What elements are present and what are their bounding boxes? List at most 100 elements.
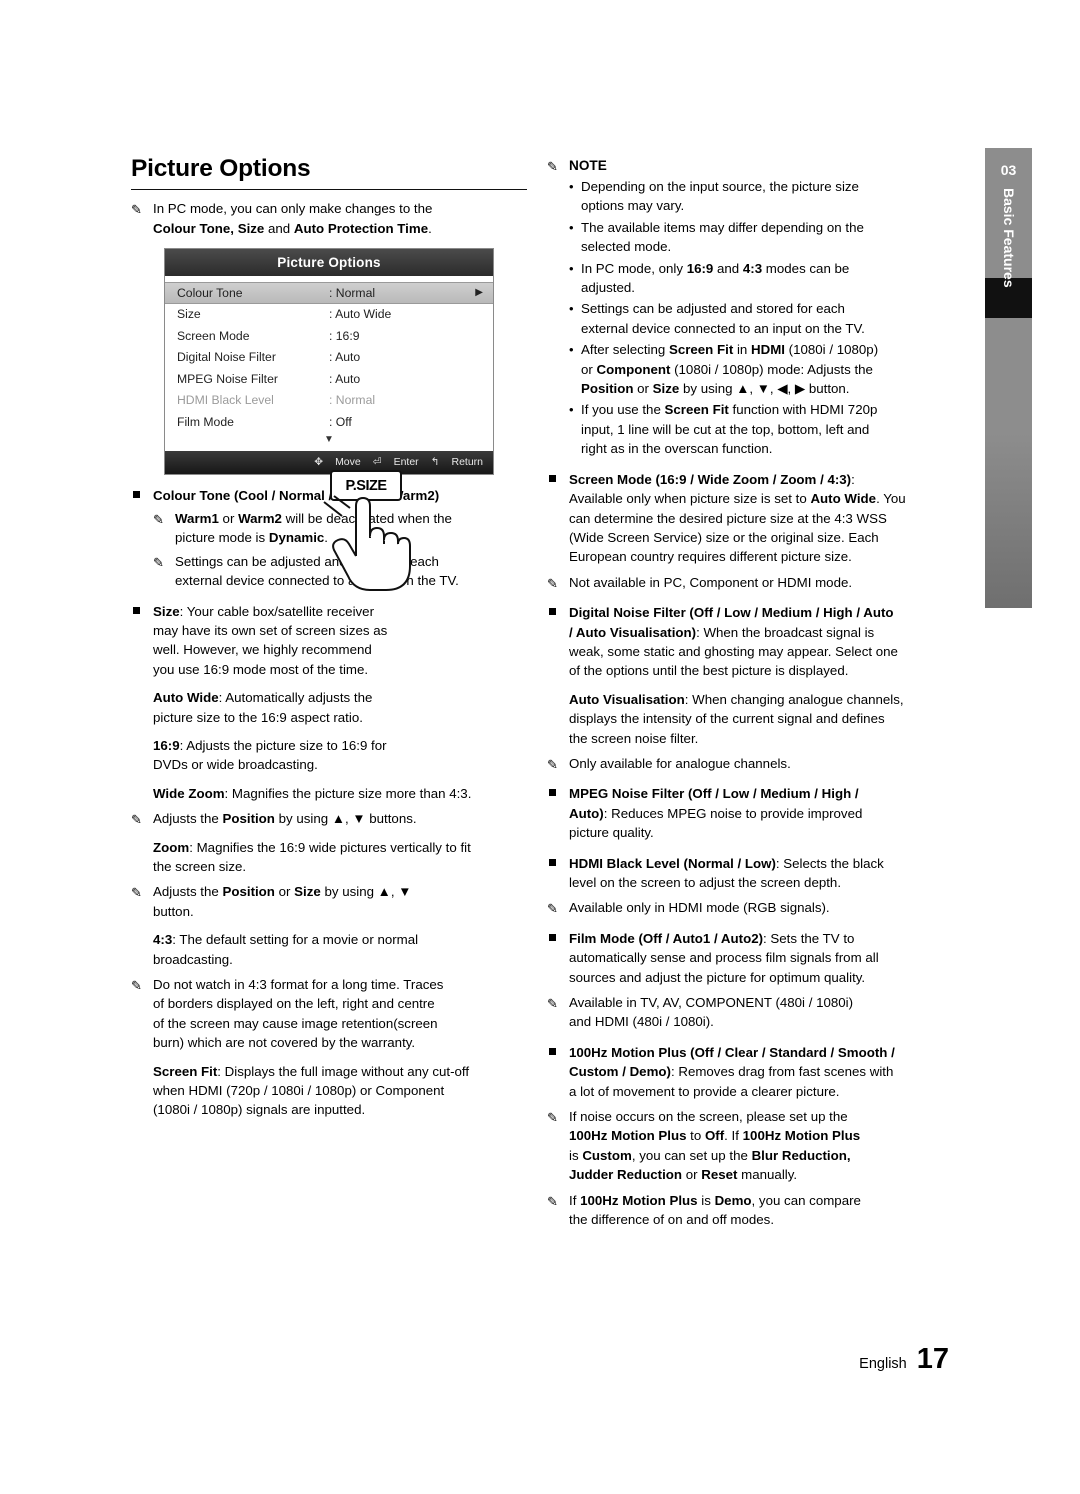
note-item-l1: After selecting Screen Fit in HDMI (1080… xyxy=(581,342,879,358)
hdmi-black-l2: level on the screen to adjust the screen… xyxy=(569,875,842,890)
screen-mode-l4: European country requires different pict… xyxy=(569,549,852,565)
osd-row-value: : Auto xyxy=(329,371,361,386)
ratio-43-para: 4:3: The default setting for a movie or … xyxy=(131,930,527,969)
screen-fit-l2: when HDMI (720p / 1080i / 1080p) or Comp… xyxy=(153,1083,445,1099)
r43-note-l3: of the screen may cause image retention(… xyxy=(153,1015,438,1031)
hdmi-black-rest: : Selects the black xyxy=(775,855,884,871)
mpeg-heading: MPEG Noise Filter (Off / Low / Medium / … xyxy=(569,786,859,802)
ratio-43-rest: : The default setting for a movie or nor… xyxy=(172,932,419,948)
section-digital-noise-filter: Digital Noise Filter (Off / Low / Medium… xyxy=(547,603,947,681)
hdmi-black-note-text: Available only in HDMI mode (RGB signals… xyxy=(569,900,830,916)
footer-page-number: 17 xyxy=(916,1343,949,1375)
r43-note-l2: of borders displayed on the left, right … xyxy=(153,996,435,1012)
screen-mode-colon: : xyxy=(851,471,855,487)
osd-row[interactable]: Digital Noise Filter : Auto xyxy=(165,347,493,369)
motion-plus-note-2: ✎ If 100Hz Motion Plus is Demo, you can … xyxy=(547,1191,947,1230)
note-item-l2: external device connected to an input on… xyxy=(581,320,865,336)
zoom-para: Zoom: Magnifies the 16:9 wide pictures v… xyxy=(131,838,527,877)
pencil-icon: ✎ xyxy=(547,996,558,1012)
wide-zoom-note: ✎ Adjusts the Position by using ▲, ▼ but… xyxy=(131,809,527,828)
section-hdmi-black-level: HDMI Black Level (Normal / Low): Selects… xyxy=(547,854,947,893)
psize-illustration: P.SIZE xyxy=(312,470,422,600)
auto-wide-para: Auto Wide: Automatically adjusts the pic… xyxy=(131,688,527,727)
page-footer: English 17 xyxy=(859,1343,949,1376)
size-label: Size xyxy=(294,884,321,900)
zoom-line2: the screen size. xyxy=(153,859,247,874)
note-item: • If you use the Screen Fit function wit… xyxy=(547,400,947,458)
osd-row[interactable]: MPEG Noise Filter : Auto xyxy=(165,368,493,390)
screen-mode-l3: (Wide Screen Service) size or the origin… xyxy=(569,529,879,545)
osd-body: Colour Tone : Normal ▶ Size : Auto Wide … xyxy=(165,276,493,451)
square-bullet-icon xyxy=(549,474,556,482)
osd-title: Picture Options xyxy=(165,249,493,276)
section-film-mode: Film Mode (Off / Auto1 / Auto2): Sets th… xyxy=(547,929,947,987)
title-divider xyxy=(131,189,527,190)
pencil-icon: ✎ xyxy=(153,511,164,527)
square-bullet-icon xyxy=(549,789,556,797)
zoom-note: ✎ Adjusts the Position or Size by using … xyxy=(131,882,527,921)
wz-note-c: by using ▲, ▼ buttons. xyxy=(274,811,417,827)
section-mpeg-noise-filter: MPEG Noise Filter (Off / Low / Medium / … xyxy=(547,784,947,842)
av-l3: the screen noise filter. xyxy=(569,730,699,746)
auto-visualisation-para: Auto Visualisation: When changing analog… xyxy=(547,690,947,748)
dot-bullet-icon: • xyxy=(569,179,574,194)
scroll-down-icon[interactable]: ▼ xyxy=(165,433,493,449)
screen-fit-label: Screen Fit xyxy=(153,1063,218,1079)
enter-icon: ⏎ xyxy=(372,456,382,468)
intro-note-and: and xyxy=(264,220,294,236)
dot-bullet-icon: • xyxy=(569,342,574,358)
note-item-l2: input, 1 line will be cut at the top, bo… xyxy=(581,421,870,437)
mpeg-l2-rest: : Reduces MPEG noise to provide improved xyxy=(603,805,863,821)
note-item-l3: Position or Size by using ▲, ▼, ◀, ▶ but… xyxy=(581,381,850,397)
note-item-l2: or Component (1080i / 1080p) mode: Adjus… xyxy=(581,361,873,377)
motion-plus-l3: a lot of movement to provide a clearer p… xyxy=(569,1083,840,1099)
square-bullet-icon xyxy=(549,1047,556,1055)
osd-row[interactable]: Film Mode : Off xyxy=(165,411,493,433)
pencil-icon: ✎ xyxy=(547,1193,558,1209)
zoom-note-c: or xyxy=(274,884,295,900)
size-line3: well. However, we highly recommend xyxy=(153,642,372,658)
zoom-note-e: by using ▲, ▼ xyxy=(320,884,412,900)
ratio-169-label: 16:9 xyxy=(153,737,180,753)
osd-row[interactable]: Colour Tone : Normal ▶ xyxy=(165,282,493,304)
warm2-label: Warm2 xyxy=(238,510,282,526)
note-item-l2: options may vary. xyxy=(581,198,685,214)
zoom-note-f: button. xyxy=(153,903,194,919)
square-bullet-icon xyxy=(549,933,556,941)
right-column: ✎ NOTE • Depending on the input source, … xyxy=(547,158,947,1230)
osd-row[interactable]: Screen Mode : 16:9 xyxy=(165,325,493,347)
size-line2: may have its own set of screen sizes as xyxy=(153,622,388,638)
return-label: Return xyxy=(451,456,483,468)
chevron-right-icon: ▶ xyxy=(475,287,483,299)
pencil-icon: ✎ xyxy=(131,812,142,828)
warm1-label: Warm1 xyxy=(175,510,219,526)
left-column: Picture Options ✎ In PC mode, you can on… xyxy=(131,155,527,1120)
note-item: • Settings can be adjusted and stored fo… xyxy=(547,299,947,338)
film-mode-rest: : Sets the TV to xyxy=(763,930,855,946)
square-bullet-icon xyxy=(549,858,556,866)
dnf-l2-rest: : When the broadcast signal is xyxy=(696,624,875,640)
osd-picture-options: Picture Options Colour Tone : Normal ▶ S… xyxy=(164,248,494,475)
section-size: Size: Your cable box/satellite receiver … xyxy=(131,602,527,680)
av-l2: displays the intensity of the current si… xyxy=(569,711,885,727)
pencil-icon: ✎ xyxy=(153,554,164,570)
film-mode-note-l1: Available in TV, AV, COMPONENT (480i / 1… xyxy=(569,995,854,1011)
osd-row-key: MPEG Noise Filter xyxy=(177,371,278,386)
note-item-l2: selected mode. xyxy=(581,239,672,255)
note-item-l1: In PC mode, only 16:9 and 4:3 modes can … xyxy=(581,260,850,276)
motion-plus-heading: 100Hz Motion Plus (Off / Clear / Standar… xyxy=(569,1044,895,1060)
dot-bullet-icon: • xyxy=(569,219,574,235)
osd-row-key: Digital Noise Filter xyxy=(177,350,276,365)
manual-page: 03 Basic Features Picture Options ✎ In P… xyxy=(0,0,1080,1494)
osd-row-key: Screen Mode xyxy=(177,328,250,343)
square-bullet-icon xyxy=(133,606,140,614)
position-label: Position xyxy=(222,884,275,900)
note-item: • Depending on the input source, the pic… xyxy=(547,177,947,216)
dnf-note-text: Only available for analogue channels. xyxy=(569,755,791,771)
wz-note-a: Adjusts the xyxy=(153,811,223,827)
ratio-169-rest: : Adjusts the picture size to 16:9 for xyxy=(179,737,387,753)
mpeg-l2-bold: Auto) xyxy=(569,805,604,821)
osd-row[interactable]: Size : Auto Wide xyxy=(165,304,493,326)
note-item-l3: right as in the overscan function. xyxy=(581,441,773,457)
ratio-43-line2: broadcasting. xyxy=(153,951,233,967)
